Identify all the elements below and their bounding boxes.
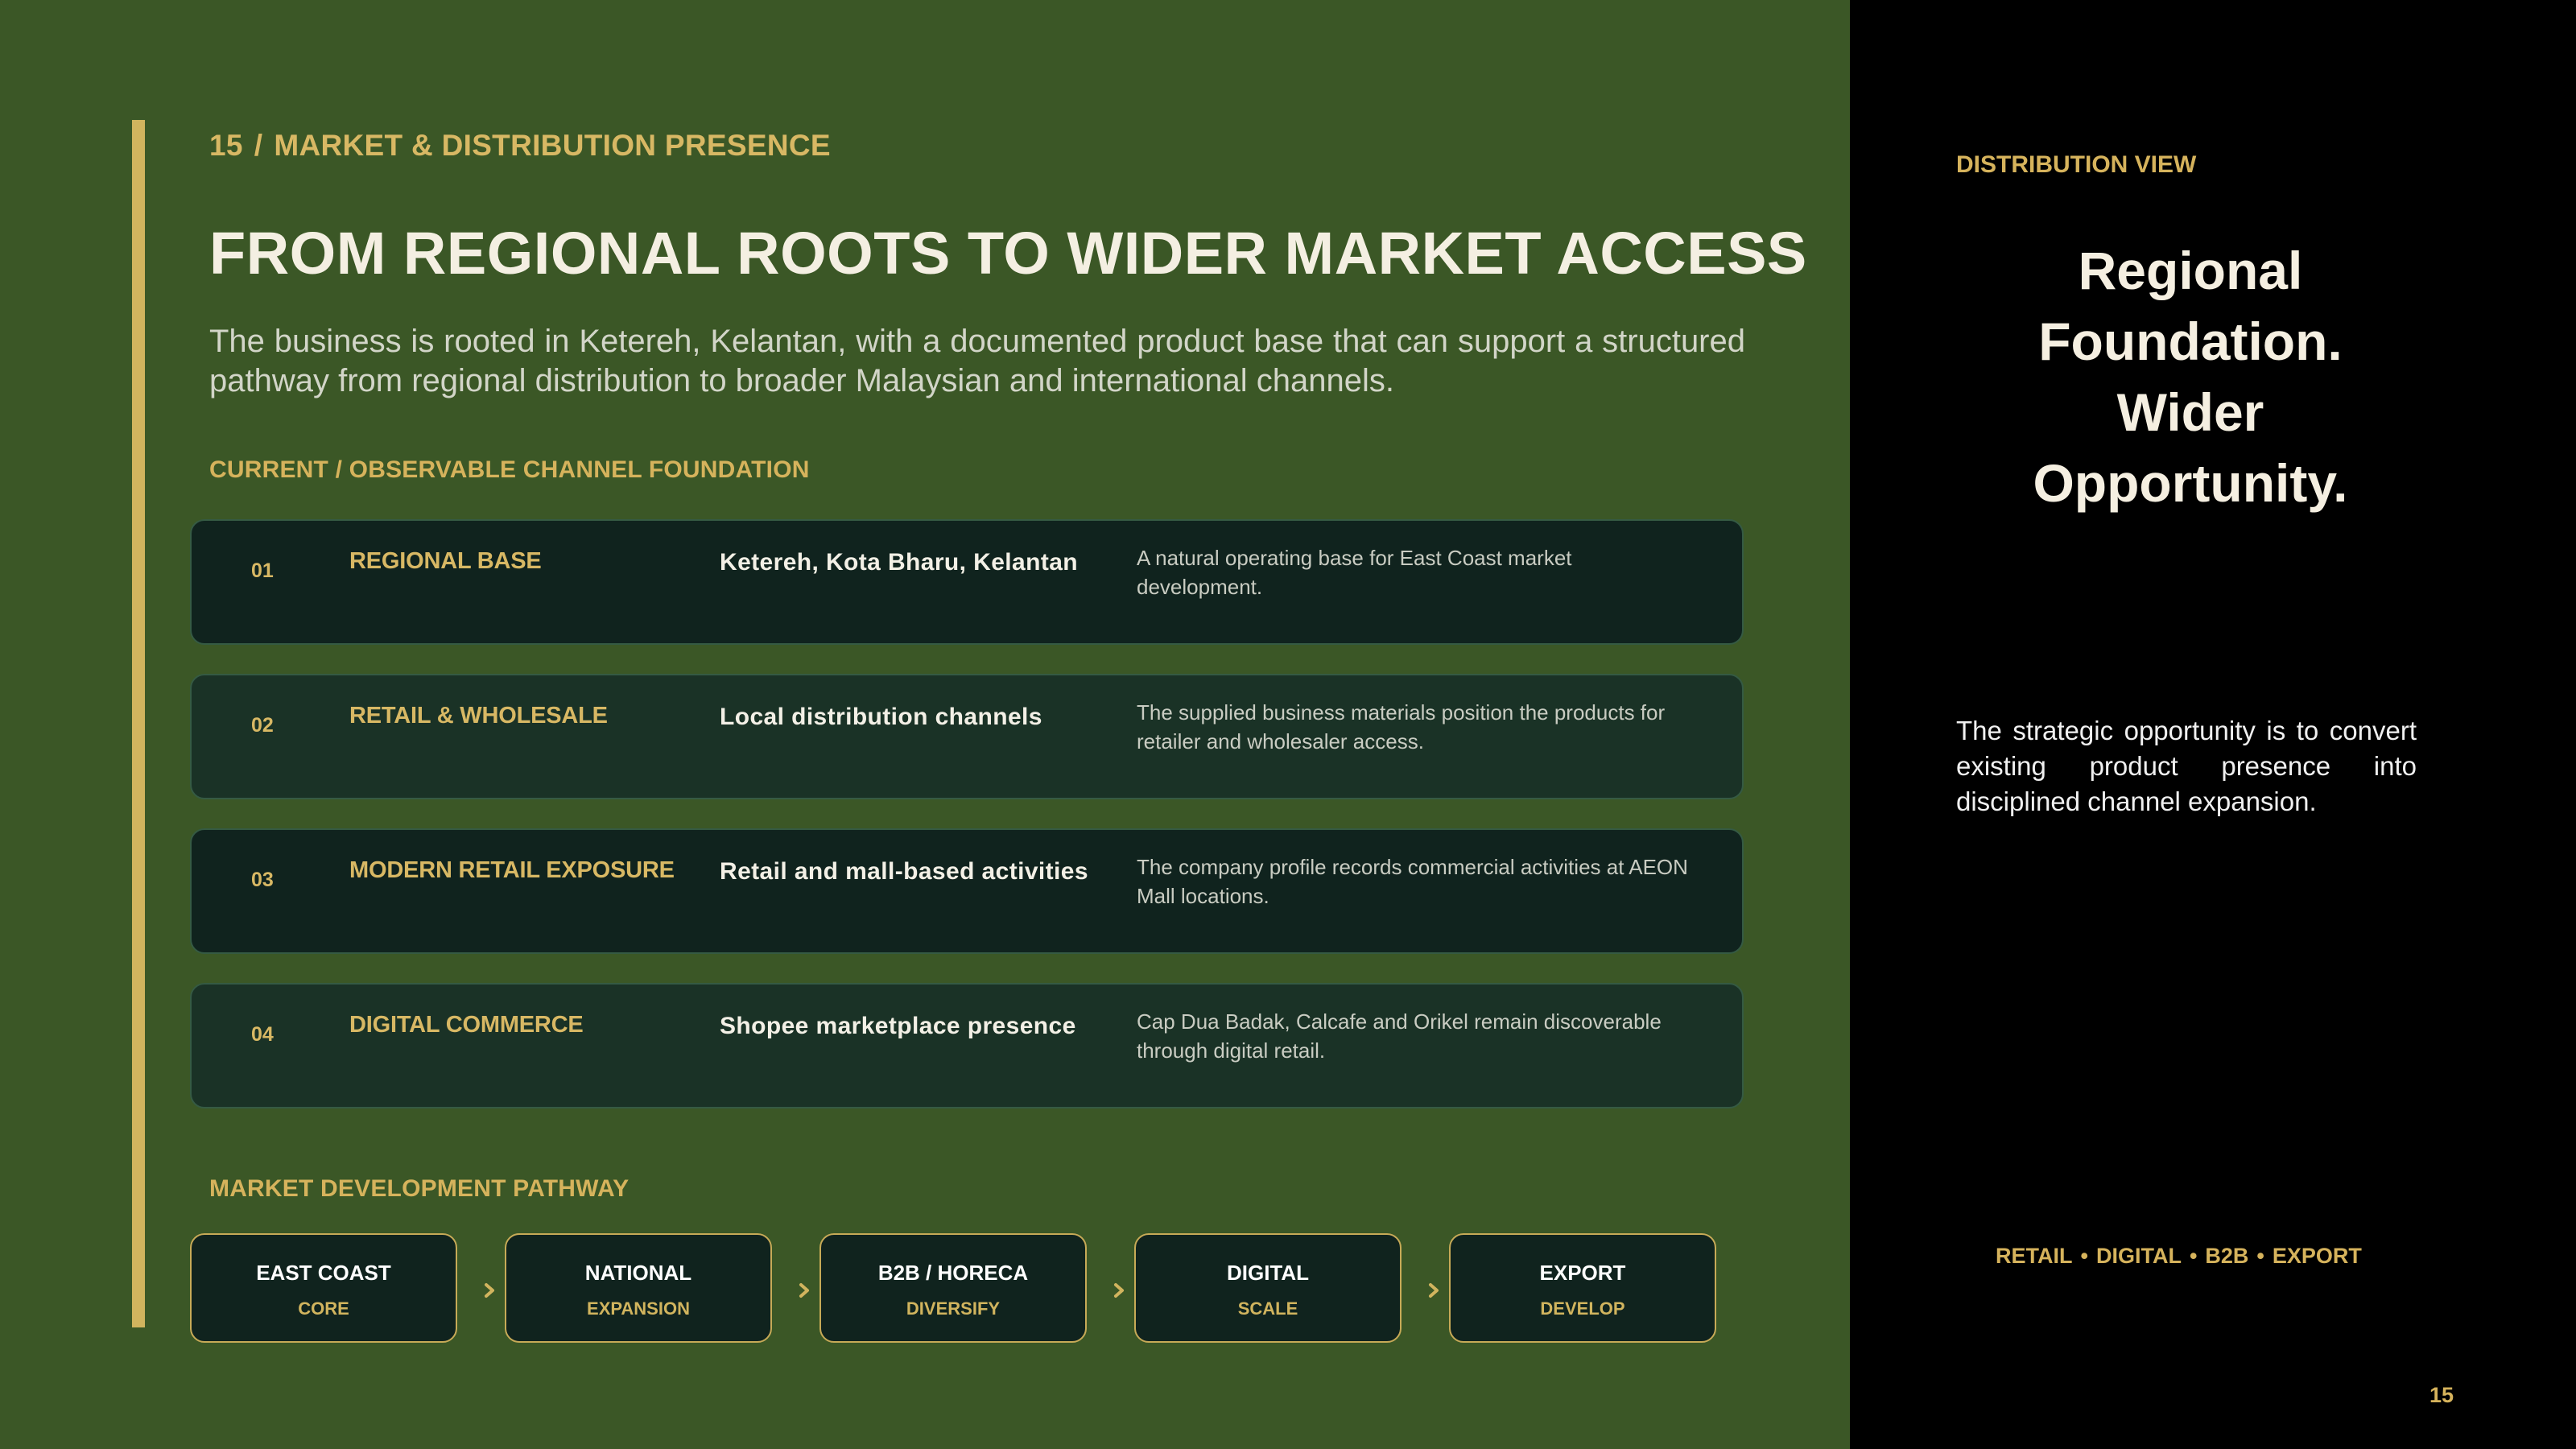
chevron-right-icon: [1111, 1282, 1127, 1299]
row-channel: Ketereh, Kota Bharu, Kelantan: [720, 549, 1079, 576]
channel-row: 01 REGIONAL BASE Ketereh, Kota Bharu, Ke…: [190, 519, 1744, 645]
channels-section-label: CURRENT / OBSERVABLE CHANNEL FOUNDATION: [209, 456, 810, 483]
sidebar-body: The strategic opportunity is to convert …: [1956, 716, 2417, 816]
slide-number: 15: [209, 129, 243, 162]
row-description: The supplied business materials position…: [1137, 700, 1666, 753]
step-subtitle: DIVERSIFY: [906, 1298, 1001, 1319]
tag-b2b: B2B: [2205, 1244, 2249, 1268]
headline-line: Opportunity.: [2033, 453, 2348, 513]
tag-dot: •: [2256, 1244, 2264, 1268]
row-category: RETAIL & WHOLESALE: [349, 703, 608, 729]
row-channel: Retail and mall-based activities: [720, 858, 1088, 885]
kicker-separator: /: [254, 129, 263, 162]
step-subtitle: CORE: [298, 1298, 349, 1319]
row-number: 03: [251, 869, 274, 891]
row-number: 01: [251, 559, 274, 582]
sidebar-panel: DISTRIBUTION VIEW Regional Foundation. W…: [1850, 0, 2576, 1449]
step-title: B2B / HORECA: [877, 1261, 1029, 1285]
step-title: EAST COAST: [256, 1261, 391, 1285]
row-category: MODERN RETAIL EXPOSURE: [349, 857, 675, 883]
row-channel: Shopee marketplace presence: [720, 1013, 1076, 1039]
step-title: NATIONAL: [584, 1261, 692, 1285]
sidebar-label: DISTRIBUTION VIEW: [1956, 151, 2197, 178]
headline-line: Wider: [2116, 382, 2264, 442]
step-title: EXPORT: [1539, 1261, 1626, 1285]
lead-paragraph: The business is rooted in Ketereh, Kelan…: [209, 324, 1745, 398]
main-panel: 15 / MARKET & DISTRIBUTION PRESENCE FROM R…: [0, 0, 1850, 1449]
step-subtitle: EXPANSION: [587, 1298, 690, 1319]
pathway-step-b2b-horeca: B2B / HORECA DIVERSIFY: [819, 1233, 1087, 1343]
pathway-step-national: NATIONAL EXPANSION: [505, 1233, 772, 1343]
tag-dot: •: [2189, 1244, 2198, 1268]
accent-bar: [132, 120, 145, 1327]
tag-retail: RETAIL: [1996, 1244, 2073, 1268]
headline-line: Foundation.: [2038, 312, 2343, 371]
row-number: 04: [251, 1023, 274, 1046]
channel-row: 02 RETAIL & WHOLESALE Local distribution…: [190, 674, 1744, 799]
row-description: Cap Dua Badak, Calcafe and Orikel remain…: [1137, 1009, 1662, 1063]
step-subtitle: DEVELOP: [1540, 1298, 1625, 1319]
pathway-section-label: MARKET DEVELOPMENT PATHWAY: [209, 1175, 630, 1202]
row-description: The company profile records commercial a…: [1137, 855, 1688, 908]
pathway-step-export: EXPORT DEVELOP: [1449, 1233, 1716, 1343]
pathway-step-east-coast: EAST COAST CORE: [190, 1233, 457, 1343]
tag-digital: DIGITAL: [2095, 1244, 2182, 1268]
section-kicker: 15 / MARKET & DISTRIBUTION PRESENCE: [209, 129, 831, 163]
sidebar-tags: RETAIL • DIGITAL • B2B • EXPORT: [1996, 1244, 2362, 1269]
chevron-right-icon: [481, 1282, 497, 1299]
chevron-right-icon: [1426, 1282, 1442, 1299]
page-number: 15: [2429, 1383, 2454, 1407]
channel-row: 03 MODERN RETAIL EXPOSURE Retail and mal…: [190, 828, 1744, 954]
page-title: FROM REGIONAL ROOTS TO WIDER MARKET ACCE…: [209, 220, 1807, 287]
tag-dot: •: [2080, 1244, 2088, 1268]
tag-export: EXPORT: [2272, 1244, 2362, 1268]
pathway-step-digital: DIGITAL SCALE: [1134, 1233, 1402, 1343]
row-channel: Local distribution channels: [720, 704, 1042, 730]
row-description: A natural operating base for East Coast …: [1137, 546, 1572, 599]
step-subtitle: SCALE: [1237, 1298, 1298, 1319]
chevron-right-icon: [796, 1282, 812, 1299]
step-title: DIGITAL: [1226, 1261, 1310, 1285]
headline-line: Regional: [2078, 241, 2303, 300]
row-category: DIGITAL COMMERCE: [349, 1012, 584, 1038]
row-category: REGIONAL BASE: [349, 548, 542, 574]
channel-row: 04 DIGITAL COMMERCE Shopee marketplace p…: [190, 983, 1744, 1108]
section-name: MARKET & DISTRIBUTION PRESENCE: [274, 129, 831, 162]
sidebar-headline: Regional Foundation. Wider Opportunity.: [1850, 235, 2531, 518]
row-number: 02: [251, 714, 274, 737]
